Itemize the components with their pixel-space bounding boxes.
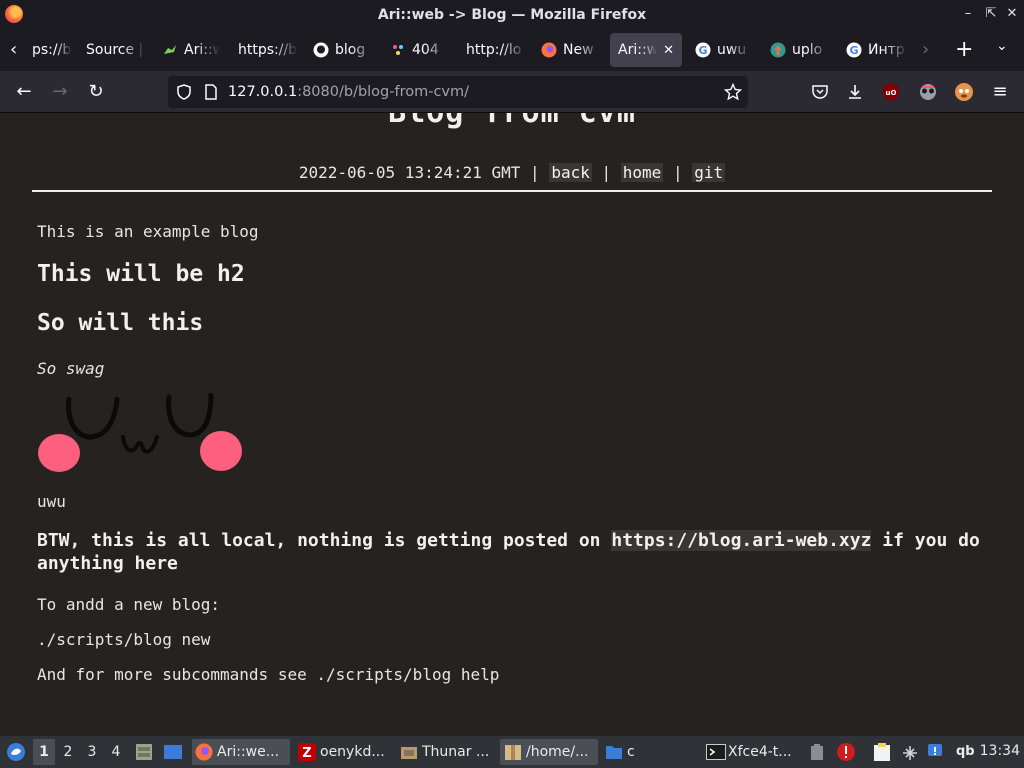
btw-paragraph: BTW, this is all local, nothing is getti… (37, 530, 980, 574)
bookmark-star-icon[interactable] (723, 82, 743, 105)
upload-icon (770, 42, 786, 58)
ublock-origin-icon[interactable]: uO (882, 82, 900, 106)
git-link[interactable]: git (692, 163, 726, 182)
reload-icon[interactable]: ↻ (84, 80, 108, 104)
svg-text:G: G (698, 44, 707, 57)
file-cabinet-icon[interactable] (135, 742, 153, 766)
tab-3[interactable]: Ari::w (162, 33, 220, 67)
svg-text:uO: uO (886, 89, 897, 97)
tab-strip: ‹ ps://b Source | Ari::w https://b blog … (0, 29, 1024, 71)
terminal-icon (706, 743, 726, 761)
tab-12[interactable]: G Интр (846, 33, 908, 67)
page-content: Blog from cvm 2022-06-05 13:24:21 GMT | … (0, 113, 1024, 736)
lizard-icon (162, 42, 178, 58)
filezilla-icon: Z (298, 743, 316, 761)
tab-1[interactable]: ps://b (32, 33, 72, 67)
window-titlebar: Ari::web -> Blog — Mozilla Firefox – ⇱ ✕ (0, 0, 1024, 29)
shield-icon[interactable] (176, 84, 192, 104)
post-meta: 2022-06-05 13:24:21 GMT | back | home | … (298, 163, 726, 182)
uwu-face-image (38, 393, 242, 472)
scroll-tabs-left-icon[interactable]: ‹ (10, 39, 17, 60)
google-icon: G (695, 42, 711, 58)
back-link[interactable]: back (549, 163, 592, 182)
pocket-icon[interactable] (811, 83, 829, 105)
tampermonkey-icon[interactable] (954, 82, 974, 106)
firefox-logo-icon (5, 5, 23, 23)
dots-icon (390, 42, 406, 58)
page-title: Blog from cvm (0, 113, 1024, 130)
tab-8[interactable]: New (541, 33, 601, 67)
scroll-tabs-right-icon[interactable]: › (922, 39, 929, 60)
menu-icon[interactable]: ≡ (988, 80, 1012, 104)
tab-6[interactable]: 404 (390, 33, 448, 67)
tab-5[interactable]: blog (313, 33, 375, 67)
taskbar-item-folder[interactable]: c (605, 739, 645, 765)
workspace-4[interactable]: 4 (105, 739, 127, 765)
divider (32, 190, 992, 192)
network-icon[interactable] (901, 744, 919, 766)
back-icon[interactable]: ← (12, 80, 36, 104)
home-link[interactable]: home (620, 163, 664, 182)
url-bar[interactable]: 127.0.0.1:8080/b/blog-from-cvm/ (168, 76, 748, 108)
firefox-icon (541, 42, 557, 58)
tab-10[interactable]: G uwu (695, 33, 751, 67)
more-paragraph: And for more subcommands see ./scripts/b… (37, 665, 500, 684)
firefox-icon (195, 743, 213, 761)
folder-icon (605, 743, 623, 761)
thunar-icon (400, 743, 418, 761)
app-menu-icon[interactable] (6, 742, 26, 766)
taskbar-item-thunar[interactable]: Thunar ... (400, 739, 496, 765)
show-desktop-icon[interactable] (163, 744, 183, 764)
taskbar-item-filezilla[interactable]: Z oenykd... (298, 739, 396, 765)
clock[interactable]: 13:34 (980, 743, 1020, 759)
heading-h2-a: This will be h2 (37, 261, 245, 287)
add-blog-command: ./scripts/blog new (37, 630, 211, 649)
page-icon[interactable] (204, 84, 218, 104)
svg-text:G: G (849, 44, 858, 57)
github-icon (313, 42, 329, 58)
clipboard-icon[interactable] (873, 742, 891, 766)
close-tab-icon[interactable]: ✕ (663, 43, 674, 58)
maximize-icon[interactable]: ⇱ (983, 6, 999, 21)
italic-paragraph: So swag (37, 359, 105, 378)
tab-4[interactable]: https://b (238, 33, 298, 67)
archive-icon (504, 743, 522, 761)
intro-paragraph: This is an example blog (37, 222, 259, 241)
alert-icon[interactable] (836, 742, 856, 766)
blog-link[interactable]: https://blog.ari-web.xyz (611, 530, 872, 551)
tab-2[interactable]: Source | (86, 33, 146, 67)
forward-icon[interactable]: → (48, 80, 72, 104)
update-notifier-icon[interactable] (926, 742, 944, 766)
navigation-toolbar: ← → ↻ 127.0.0.1:8080/b/blog-from-cvm/ uO… (0, 71, 1024, 113)
tab-active[interactable]: Ari::we ✕ (610, 33, 682, 67)
qbittorrent-tray[interactable]: qb (956, 744, 975, 759)
workspace-1[interactable]: 1 (33, 739, 55, 765)
taskbar: 1 2 3 4 Ari::we... Z oenykd... Thunar ..… (0, 736, 1024, 768)
heading-h2-b: So will this (37, 310, 204, 336)
add-blog-paragraph: To andd a new blog: (37, 595, 221, 614)
new-tab-icon[interactable]: + (955, 37, 973, 62)
close-window-icon[interactable]: ✕ (1004, 6, 1020, 21)
minimize-icon[interactable]: – (960, 6, 976, 21)
caption-paragraph: uwu (37, 492, 66, 511)
workspace-2[interactable]: 2 (57, 739, 79, 765)
tab-7[interactable]: http://lo (466, 33, 526, 67)
url-text[interactable]: 127.0.0.1:8080/b/blog-from-cvm/ (228, 84, 469, 100)
privacy-badger-icon[interactable] (918, 83, 938, 105)
tab-11[interactable]: uplo (770, 33, 830, 67)
google-icon: G (846, 42, 862, 58)
downloads-icon[interactable] (846, 83, 864, 105)
taskbar-item-firefox[interactable]: Ari::we... (192, 739, 290, 765)
svg-text:Z: Z (302, 746, 311, 761)
taskbar-item-terminal[interactable]: Xfce4-t... (706, 739, 798, 765)
list-all-tabs-icon[interactable]: ⌄ (996, 38, 1008, 54)
window-title: Ari::web -> Blog — Mozilla Firefox (377, 6, 647, 23)
battery-icon[interactable] (810, 743, 824, 765)
workspace-3[interactable]: 3 (81, 739, 103, 765)
taskbar-item-archive[interactable]: /home/... (500, 739, 598, 765)
post-date: 2022-06-05 13:24:21 GMT (298, 163, 521, 182)
